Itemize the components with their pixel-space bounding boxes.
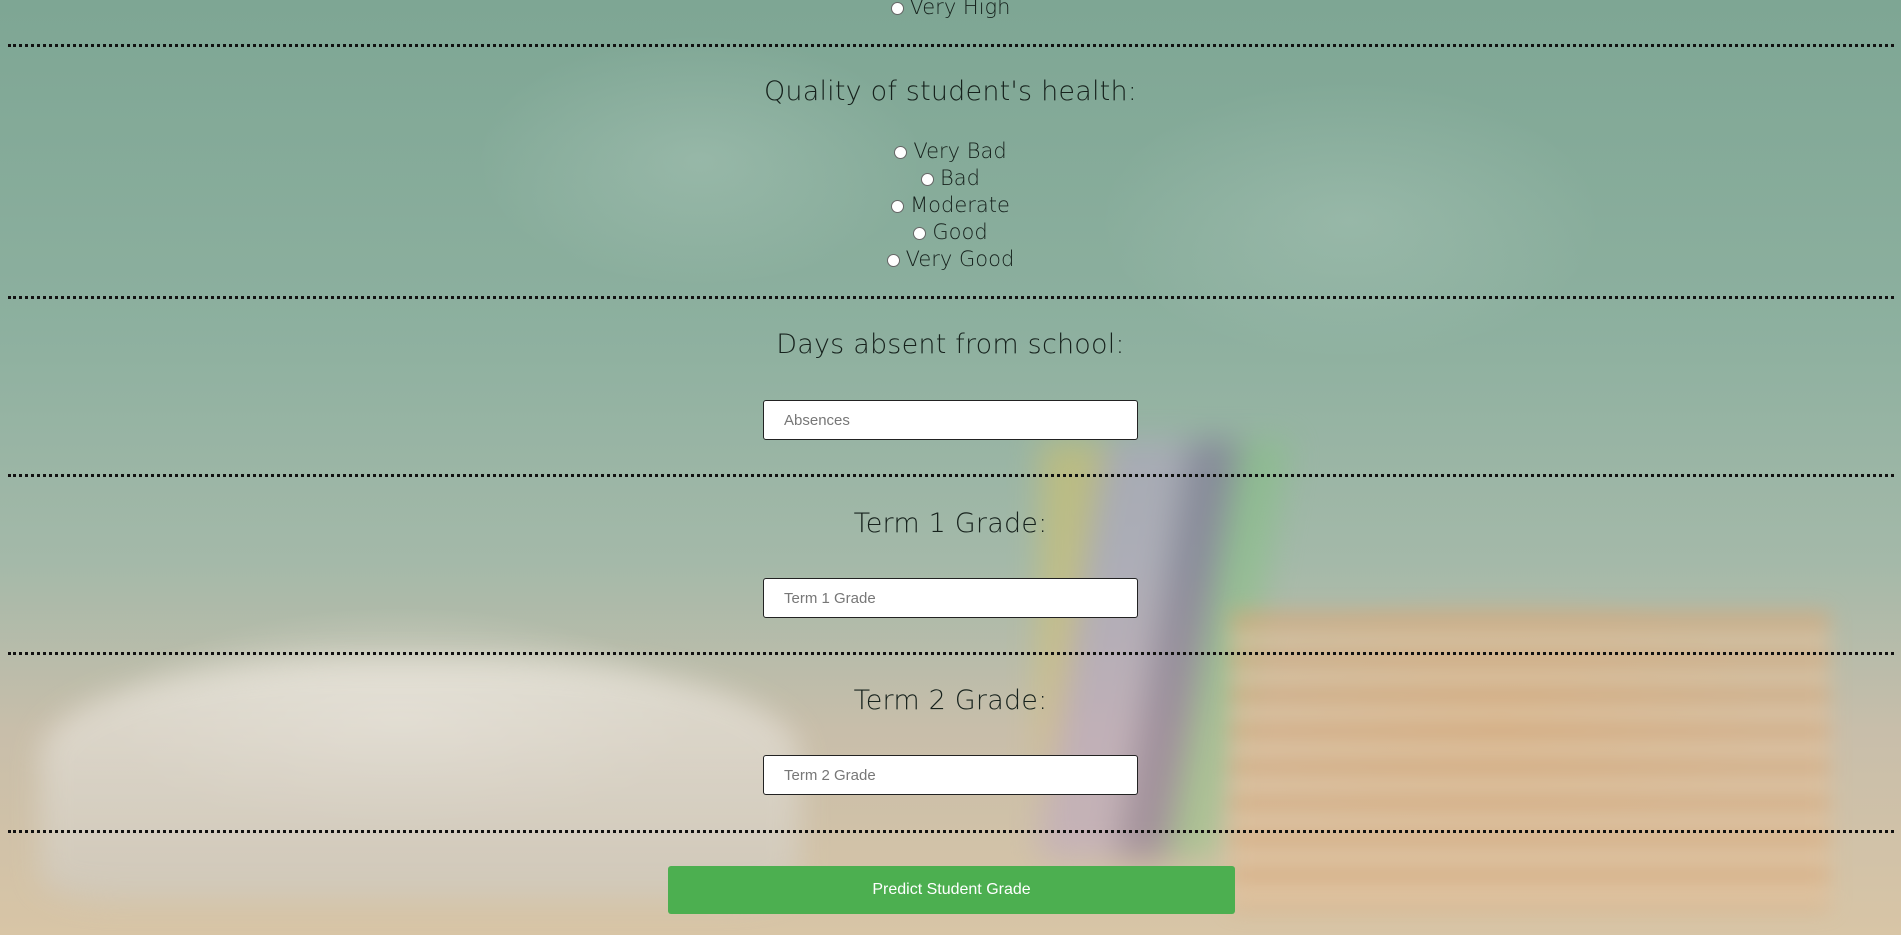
term2-grade-input[interactable] bbox=[763, 755, 1138, 795]
term2-heading: Term 2 Grade: bbox=[853, 685, 1048, 716]
predict-grade-button[interactable]: Predict Student Grade bbox=[668, 866, 1235, 914]
radio-option-very-high[interactable]: Very High bbox=[0, 0, 1901, 20]
radio-option-very-good[interactable]: Very Good bbox=[0, 246, 1901, 272]
radio-label: Very High bbox=[909, 0, 1011, 19]
section-divider bbox=[8, 474, 1894, 477]
term1-heading: Term 1 Grade: bbox=[853, 508, 1048, 539]
radio-label: Good bbox=[932, 220, 988, 244]
section-divider bbox=[8, 296, 1894, 299]
radio-label: Moderate bbox=[910, 193, 1010, 217]
radio-button[interactable] bbox=[913, 226, 927, 240]
absences-heading: Days absent from school: bbox=[776, 329, 1125, 360]
radio-option-very-bad[interactable]: Very Bad bbox=[0, 138, 1901, 164]
absences-input[interactable] bbox=[763, 400, 1138, 440]
radio-label: Very Bad bbox=[913, 139, 1007, 163]
section-divider bbox=[8, 652, 1894, 655]
prediction-form: Very High Quality of student's health: V… bbox=[0, 0, 1901, 935]
health-heading: Quality of student's health: bbox=[763, 76, 1138, 107]
term1-grade-input[interactable] bbox=[763, 578, 1138, 618]
section-divider bbox=[8, 44, 1894, 47]
radio-option-bad[interactable]: Bad bbox=[0, 165, 1901, 191]
radio-button[interactable] bbox=[891, 199, 905, 213]
radio-button[interactable] bbox=[890, 1, 904, 15]
section-divider bbox=[8, 830, 1894, 833]
radio-label: Bad bbox=[940, 166, 980, 190]
radio-button[interactable] bbox=[894, 145, 908, 159]
radio-button[interactable] bbox=[886, 253, 900, 267]
radio-option-moderate[interactable]: Moderate bbox=[0, 192, 1901, 218]
radio-option-good[interactable]: Good bbox=[0, 219, 1901, 245]
radio-label: Very Good bbox=[905, 247, 1015, 271]
radio-button[interactable] bbox=[921, 172, 935, 186]
